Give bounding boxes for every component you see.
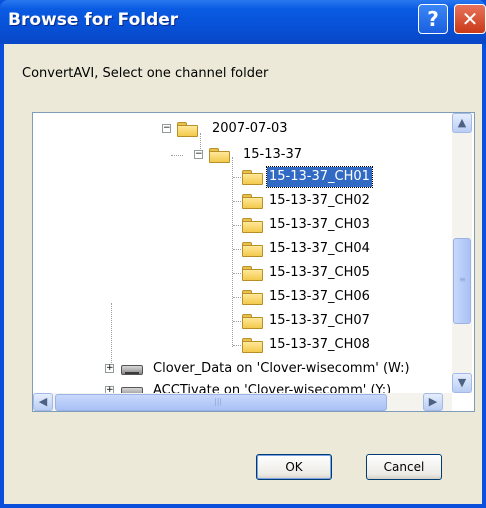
- arrow-right-icon: ▶: [428, 395, 438, 408]
- tree-item-ch04[interactable]: 15-13-37_CH04: [33, 239, 453, 259]
- folder-open-icon: [177, 122, 198, 137]
- close-icon: ✕: [461, 7, 479, 31]
- tree-item-label: 15-13-37_CH04: [269, 241, 370, 256]
- tree-item-ch06[interactable]: 15-13-37_CH06: [33, 287, 453, 307]
- scroll-down-button[interactable]: ▼: [452, 373, 472, 393]
- tree-item-label: 15-13-37_CH07: [269, 313, 370, 328]
- scroll-up-button[interactable]: ▲: [452, 113, 472, 133]
- grip-icon: ≡: [459, 275, 466, 284]
- tree-item-label: 15-13-37_CH03: [269, 217, 370, 232]
- folder-icon: [242, 194, 263, 209]
- instruction-text: ConvertAVI, Select one channel folder: [22, 66, 269, 81]
- folder-icon: [242, 242, 263, 257]
- tree-item-ch01[interactable]: 15-13-37_CH01: [33, 166, 453, 188]
- expand-icon[interactable]: +: [105, 364, 114, 373]
- tree-item-clover-data-drive[interactable]: + Clover_Data on 'Clover-wisecomm' (W:): [33, 359, 453, 379]
- close-button[interactable]: ✕: [454, 4, 486, 34]
- folder-open-icon: [209, 148, 230, 163]
- tree-item-15-13-37[interactable]: − 15-13-37: [33, 145, 453, 165]
- tree-item-label: 15-13-37_CH08: [269, 337, 370, 352]
- tree-item-ch05[interactable]: 15-13-37_CH05: [33, 263, 453, 283]
- scroll-left-button[interactable]: ◀: [33, 393, 53, 411]
- tree-item-label: 15-13-37_CH01: [266, 166, 373, 188]
- scroll-right-button[interactable]: ▶: [423, 393, 443, 411]
- folder-icon: [242, 170, 263, 185]
- tree-item-ch08[interactable]: 15-13-37_CH08: [33, 335, 453, 355]
- tree-item-label: 15-13-37_CH02: [269, 193, 370, 208]
- title-bar[interactable]: Browse for Folder ? ✕: [0, 0, 486, 44]
- tree-item-label: 15-13-37_CH05: [269, 265, 370, 280]
- folder-tree[interactable]: − 2007-07-03 − 15-13-37 15-13-37_CH01 15…: [32, 112, 475, 412]
- dialog-title: Browse for Folder: [8, 10, 179, 30]
- folder-icon: [242, 218, 263, 233]
- cancel-button[interactable]: Cancel: [366, 454, 442, 480]
- tree-connector: [171, 155, 183, 156]
- horizontal-scroll-thumb[interactable]: |||: [55, 394, 387, 411]
- collapse-icon[interactable]: −: [194, 150, 203, 159]
- tree-item-2007-07-03[interactable]: − 2007-07-03: [33, 119, 453, 139]
- folder-icon: [242, 314, 263, 329]
- folder-icon: [242, 338, 263, 353]
- vertical-scroll-thumb[interactable]: ≡: [453, 238, 471, 324]
- arrow-down-icon: ▼: [457, 376, 467, 389]
- tree-item-ch07[interactable]: 15-13-37_CH07: [33, 311, 453, 331]
- ok-button[interactable]: OK: [256, 454, 332, 480]
- tree-item-label: 2007-07-03: [212, 121, 288, 136]
- tree-item-ch02[interactable]: 15-13-37_CH02: [33, 191, 453, 211]
- network-drive-icon: [121, 363, 143, 375]
- folder-icon: [242, 266, 263, 281]
- arrow-left-icon: ◀: [38, 395, 48, 408]
- help-button[interactable]: ?: [418, 4, 448, 34]
- tree-item-label: 15-13-37_CH06: [269, 289, 370, 304]
- arrow-up-icon: ▲: [457, 116, 467, 129]
- grip-icon: |||: [214, 397, 223, 406]
- tree-item-label: Clover_Data on 'Clover-wisecomm' (W:): [153, 361, 410, 376]
- tree-item-ch03[interactable]: 15-13-37_CH03: [33, 215, 453, 235]
- folder-icon: [242, 290, 263, 305]
- tree-item-label: 15-13-37: [243, 147, 303, 162]
- collapse-icon[interactable]: −: [162, 124, 171, 133]
- help-icon: ?: [427, 7, 439, 31]
